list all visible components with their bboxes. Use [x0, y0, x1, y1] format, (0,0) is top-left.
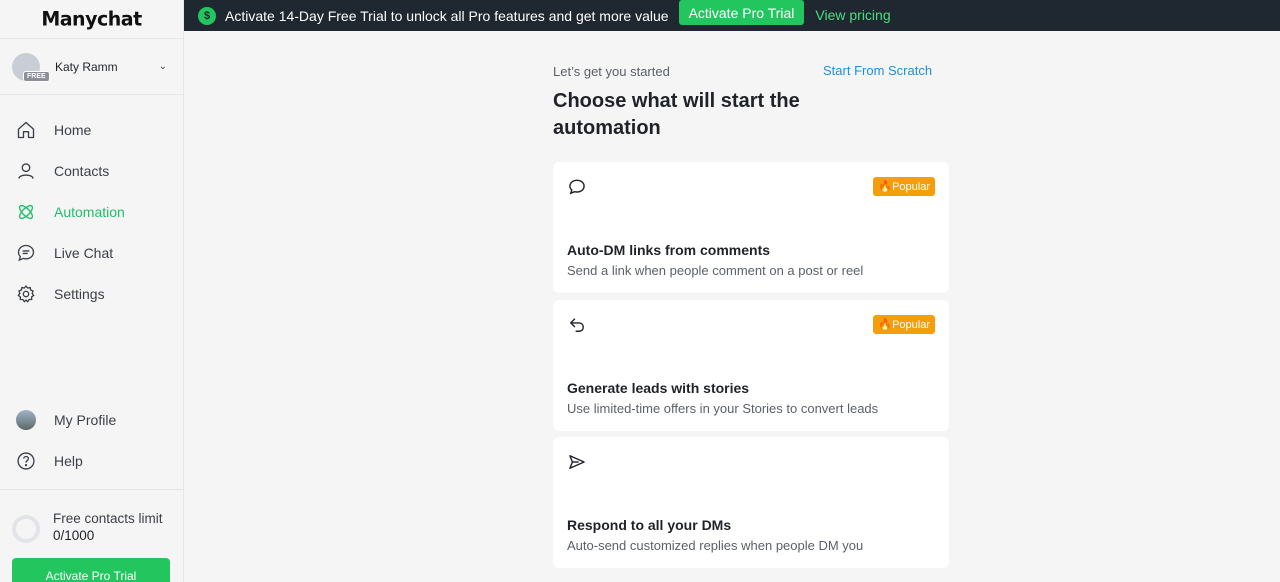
- sidebar-item-my-profile[interactable]: My Profile: [0, 399, 183, 440]
- card-description: Use limited-time offers in your Stories …: [567, 401, 879, 416]
- account-switcher[interactable]: FREE Katy Ramm ⌄: [0, 39, 183, 95]
- sidebar-item-live-chat[interactable]: Live Chat: [0, 232, 183, 273]
- fire-icon: 🔥: [878, 181, 893, 193]
- contacts-limit: Free contacts limit 0/1000: [0, 489, 184, 544]
- secondary-nav: My Profile Help: [0, 399, 183, 481]
- send-icon: [569, 455, 585, 469]
- popular-label: Popular: [892, 318, 930, 331]
- main-nav: Home Contacts Automation Live Chat Setti…: [0, 109, 183, 314]
- logo-text: Manychat: [41, 7, 142, 31]
- plan-badge: FREE: [23, 70, 50, 82]
- sidebar-item-label: My Profile: [54, 411, 117, 428]
- dollar-icon: $: [198, 6, 216, 25]
- sidebar-item-label: Live Chat: [54, 244, 114, 261]
- account-name: Katy Ramm: [55, 59, 118, 74]
- trigger-card-stories[interactable]: 🔥 Popular Generate leads with stories Use…: [553, 300, 949, 431]
- profile-avatar: [16, 409, 36, 430]
- limit-count: 0/1000: [53, 528, 95, 543]
- activate-trial-button[interactable]: Activate Pro Trial: [678, 0, 805, 25]
- page-title: Choose what will start the automation: [553, 90, 800, 139]
- gear-icon: [17, 284, 35, 303]
- sidebar-item-home[interactable]: Home: [0, 109, 183, 150]
- sidebar-activate-trial-button[interactable]: Activate Pro Trial: [12, 558, 170, 582]
- limit-text: Free contacts limit 0/1000: [53, 510, 163, 544]
- sidebar: Manychat FREE Katy Ramm ⌄ Home Contacts …: [0, 0, 184, 582]
- automation-icon: [18, 204, 34, 219]
- page-subtitle: Let’s get you started: [553, 64, 670, 79]
- chevron-down-icon[interactable]: ⌄: [159, 61, 167, 72]
- help-icon: [17, 451, 35, 470]
- card-title: Auto-DM links from comments: [567, 242, 771, 258]
- trigger-card-comments[interactable]: 🔥 Popular Auto-DM links from comments Sen…: [553, 162, 949, 293]
- logo[interactable]: Manychat: [0, 0, 183, 39]
- sidebar-item-label: Automation: [54, 203, 125, 220]
- sidebar-item-help[interactable]: Help: [0, 440, 183, 481]
- card-title: Respond to all your DMs: [567, 517, 732, 533]
- limit-progress-ring: [12, 515, 40, 543]
- card-description: Send a link when people comment on a pos…: [567, 263, 864, 278]
- trigger-card-dms[interactable]: Respond to all your DMs Auto-send custom…: [553, 437, 949, 568]
- sidebar-item-contacts[interactable]: Contacts: [0, 150, 183, 191]
- story-reply-icon: [570, 318, 584, 332]
- view-pricing-link[interactable]: View pricing: [815, 7, 890, 23]
- sidebar-item-label: Settings: [54, 285, 105, 302]
- popular-badge: 🔥 Popular: [873, 177, 935, 196]
- avatar: FREE: [12, 52, 50, 82]
- popular-badge: 🔥 Popular: [873, 315, 935, 334]
- home-icon: [17, 121, 35, 138]
- sidebar-item-label: Contacts: [54, 162, 110, 179]
- trial-banner: $ Activate 14-Day Free Trial to unlock a…: [184, 0, 1280, 31]
- sidebar-item-settings[interactable]: Settings: [0, 273, 183, 314]
- start-from-scratch-link[interactable]: Start From Scratch: [823, 63, 932, 78]
- comment-icon: [569, 179, 585, 195]
- limit-label: Free contacts limit: [53, 511, 163, 526]
- fire-icon: 🔥: [878, 319, 893, 331]
- card-title: Generate leads with stories: [567, 380, 750, 396]
- popular-label: Popular: [892, 180, 930, 193]
- sidebar-item-label: Home: [54, 121, 92, 138]
- card-description: Auto-send customized replies when people…: [567, 538, 864, 553]
- sidebar-item-automation[interactable]: Automation: [0, 191, 183, 232]
- banner-message: Activate 14-Day Free Trial to unlock all…: [225, 7, 669, 24]
- user-icon: [18, 162, 34, 179]
- chat-icon: [17, 244, 35, 261]
- sidebar-item-label: Help: [54, 452, 83, 469]
